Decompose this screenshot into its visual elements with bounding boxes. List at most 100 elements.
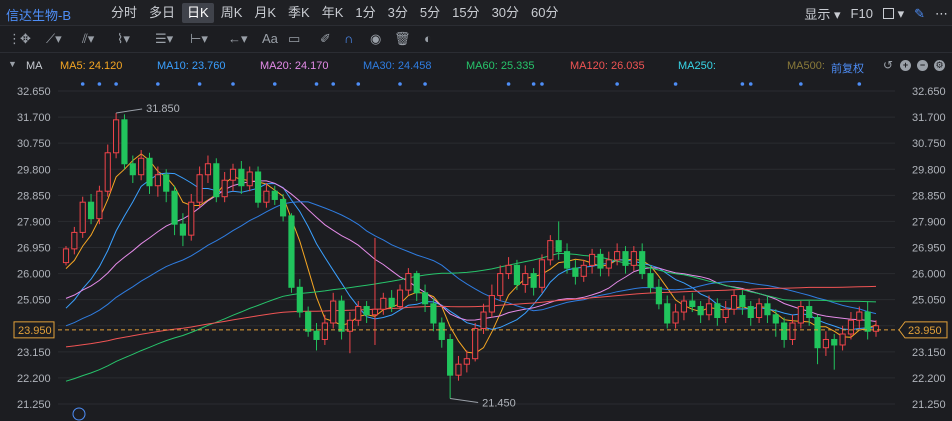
candle-body (789, 322, 796, 340)
zoom-in-icon[interactable]: + (900, 60, 911, 71)
event-dot[interactable] (156, 82, 160, 86)
tab-period[interactable]: 60分 (526, 3, 563, 23)
tab-period[interactable]: 15分 (447, 3, 484, 23)
display-menu[interactable]: 显示 ▾ (804, 4, 840, 23)
y-tick-label: 23.150 (17, 347, 51, 359)
measure-tool-icon[interactable]: ⊢▾ (190, 31, 208, 47)
line-tool-icon[interactable]: ⟋▾ (46, 31, 62, 47)
candle-body (538, 259, 546, 288)
adjust-button[interactable]: 前复权 (831, 60, 864, 76)
candle-body (872, 325, 880, 332)
event-dot[interactable] (531, 82, 536, 86)
candle-body (781, 322, 788, 340)
tab-period[interactable]: 日K (182, 3, 214, 23)
event-dot[interactable] (673, 82, 678, 86)
candle-body (680, 300, 688, 313)
event-dot[interactable] (314, 82, 319, 86)
event-dot[interactable] (615, 82, 619, 86)
y-tick-label: 29.800 (912, 164, 946, 176)
tab-period[interactable]: 月K (249, 3, 281, 23)
candle-body (163, 174, 170, 192)
event-dot[interactable] (506, 82, 511, 86)
tab-period[interactable]: 5分 (415, 3, 445, 23)
candle-body (756, 303, 763, 319)
arrow-tool-icon[interactable]: ←▾ (228, 31, 248, 47)
tab-period[interactable]: 30分 (487, 3, 524, 23)
event-dot[interactable] (423, 82, 427, 86)
candle-body (263, 190, 270, 203)
pen-icon[interactable]: ✎ (914, 6, 925, 22)
candle-body (563, 251, 571, 269)
event-dot[interactable] (97, 82, 102, 86)
collapse-icon[interactable]: ▼ (8, 59, 17, 69)
event-dot[interactable] (740, 82, 745, 86)
trash-icon[interactable]: 🗑 (394, 31, 411, 47)
candle-body (104, 152, 111, 192)
tab-period[interactable]: 多日 (144, 3, 180, 23)
candle-body (154, 174, 161, 187)
event-dot[interactable] (80, 82, 85, 86)
tab-period[interactable]: 年K (317, 3, 349, 23)
current-price-line: 23.950 23.950 (13, 321, 948, 421)
event-dot[interactable] (748, 82, 753, 86)
tab-period[interactable]: 季K (283, 3, 315, 23)
info-circle-icon[interactable] (72, 407, 86, 421)
candle-body (730, 295, 738, 310)
candle-body (655, 286, 662, 305)
event-dot[interactable] (398, 82, 402, 86)
eye-icon[interactable]: ◉ (370, 31, 381, 47)
event-dot[interactable] (231, 82, 235, 86)
stock-name[interactable]: 信达生物-B (6, 5, 71, 24)
event-dot[interactable] (857, 82, 862, 86)
crosshair-move-icon[interactable]: ✥ (20, 31, 31, 47)
candle-body (79, 201, 86, 233)
candle-body (229, 168, 237, 181)
undo-icon[interactable]: ↺ (883, 58, 893, 72)
candle-body (313, 330, 320, 340)
tab-period[interactable]: 3分 (383, 3, 413, 23)
candle-body (672, 311, 679, 324)
channel-tool-icon[interactable]: ⫽▾ (82, 31, 94, 47)
event-dot[interactable] (114, 82, 118, 86)
y-tick-label: 30.750 (912, 138, 946, 150)
tab-period[interactable]: 1分 (350, 3, 380, 23)
zoom-out-icon[interactable]: − (917, 60, 928, 71)
event-dot[interactable] (197, 82, 202, 86)
magnet-icon[interactable]: ∩ (344, 31, 353, 46)
text-tool-icon[interactable]: Aa (262, 31, 278, 46)
y-tick-label: 26.000 (17, 269, 51, 281)
event-dot[interactable] (272, 82, 277, 86)
candle-body (664, 303, 671, 324)
candles (62, 112, 880, 399)
tab-period[interactable]: 分时 (106, 3, 142, 23)
candle-body (847, 319, 855, 335)
f10-button[interactable]: F10 (851, 6, 873, 21)
event-dot[interactable] (331, 82, 336, 86)
eraser-icon[interactable]: ✐ (320, 31, 331, 47)
wave-tool-icon[interactable]: ⌇▾ (117, 31, 130, 47)
candle-body (129, 163, 136, 176)
y-tick-label: 26.950 (912, 243, 946, 255)
candle-body (405, 273, 412, 291)
candle-body (388, 297, 395, 308)
toggle-icon[interactable]: ◐ (424, 31, 432, 46)
event-dot[interactable] (540, 82, 544, 86)
y-tick-label: 26.000 (912, 269, 946, 281)
candle-body (864, 311, 871, 332)
y-tick-label: 31.700 (912, 112, 946, 124)
tab-period[interactable]: 周K (216, 3, 248, 23)
fib-tool-icon[interactable]: ☰▾ (155, 31, 173, 47)
event-dot[interactable] (356, 82, 361, 86)
gear-icon[interactable]: ⚙ (934, 60, 945, 71)
settings-icon[interactable]: ⋯ (935, 6, 948, 22)
candle-body (430, 303, 437, 324)
candle-body (146, 157, 153, 187)
checkbox-dropdown[interactable]: ▾ (882, 6, 904, 22)
candle-body (572, 267, 579, 277)
event-dot[interactable] (799, 82, 803, 86)
kline-chart[interactable]: 32.650 31.700 30.750 29.800 28.850 27.900 26.9… (0, 78, 952, 421)
comment-tool-icon[interactable]: ▭ (288, 31, 300, 47)
candle-body (396, 289, 404, 308)
right-tools: 显示 ▾ F10 ▾ ✎ ⋯ (794, 4, 948, 23)
candle-body (338, 300, 345, 332)
